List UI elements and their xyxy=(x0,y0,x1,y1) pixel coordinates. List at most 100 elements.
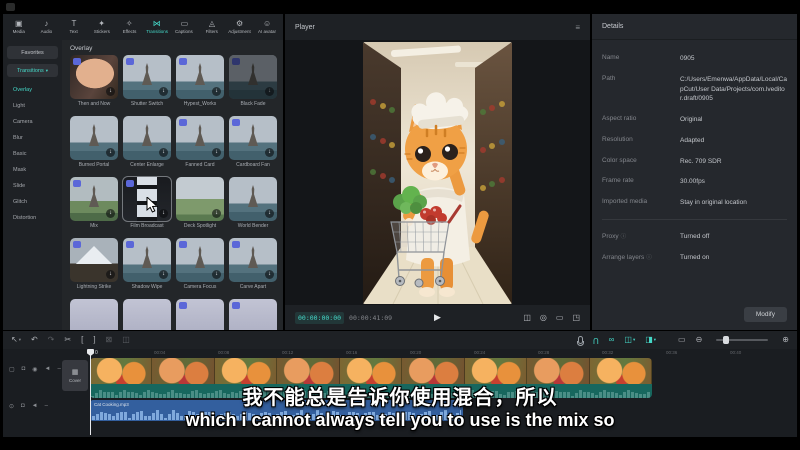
select-tool-button[interactable]: ↖▾ xyxy=(11,335,21,345)
sidebar-item-camera[interactable]: Camera xyxy=(7,114,58,130)
toolbar-tab-audio[interactable]: ♪Audio xyxy=(33,19,61,35)
transition-label: Shadow Wipe xyxy=(123,284,171,290)
player-header: Player ≡ xyxy=(285,14,590,40)
details-row-arrange-layers: Arrange layersⓘTurned on xyxy=(602,253,787,263)
undo-button[interactable]: ↶ xyxy=(31,335,38,345)
modify-button[interactable]: Modify xyxy=(744,307,787,322)
transition-card-hypest-works[interactable]: ↓Hypest_Works xyxy=(176,55,224,107)
transition-label: Hypest_Works xyxy=(176,101,224,107)
video-track-header: ▢ ◘ ◉ ◄– xyxy=(9,366,61,373)
redo-button[interactable]: ↷ xyxy=(48,335,55,345)
toolbar-tab-label: AI avatar xyxy=(258,29,276,34)
transition-card-cardboard-fan[interactable]: ↓Cardboard Fan xyxy=(229,116,277,168)
transition-card-center-enlarge[interactable]: ↓Center Enlarge xyxy=(123,116,171,168)
zoom-in-button[interactable]: ⊕ xyxy=(782,335,789,345)
toolbar-tab-text[interactable]: TText xyxy=(60,19,88,35)
toolbar-tab-filters[interactable]: ◬Filters xyxy=(198,19,226,35)
sidebar-item-distortion[interactable]: Distortion xyxy=(7,210,58,226)
transition-card-black-fade[interactable]: ↓Black Fade xyxy=(229,55,277,107)
details-label: Path xyxy=(602,75,680,104)
toolbar-tab-captions[interactable]: ▭Captions xyxy=(171,19,199,35)
zoom-out-button[interactable]: ⊖ xyxy=(696,335,703,345)
transition-card-fanned-card[interactable]: ↓ Fanned Card xyxy=(176,116,224,168)
transition-thumbnail: ↓ xyxy=(123,116,171,160)
lighthouse-shape xyxy=(89,185,99,207)
lock-track-icon[interactable]: ◘ xyxy=(22,366,26,373)
toolbar-tab-effects[interactable]: ✧Effects xyxy=(115,19,143,35)
trim-right-button[interactable]: ] xyxy=(93,335,95,345)
download-icon: ↓ xyxy=(159,270,168,279)
transitions-icon: ⋈ xyxy=(153,19,161,28)
transition-card-mix[interactable]: ↓Mix xyxy=(70,177,118,229)
sidebar-item-slide[interactable]: Slide xyxy=(7,178,58,194)
toolbar-tab-transitions[interactable]: ⋈Transitions xyxy=(143,19,171,35)
toolbar-tab-adjustment[interactable]: ⚙Adjustment xyxy=(226,19,254,35)
download-icon: ↓ xyxy=(159,148,168,157)
transition-card-deck-spotlight[interactable]: ↓Deck Spotlight xyxy=(176,177,224,229)
toolbar-tab-stickers[interactable]: ✦Stickers xyxy=(88,19,116,35)
sidebar-item-overlay[interactable]: Overlay xyxy=(7,82,58,98)
preview-axis-button[interactable]: ▭ xyxy=(678,335,686,345)
sidebar-item-glitch[interactable]: Glitch xyxy=(7,194,58,210)
sidebar-item-light[interactable]: Light xyxy=(7,98,58,114)
record-voiceover-button[interactable] xyxy=(578,336,583,344)
transition-card-carve-apart[interactable]: ↓Carve Apart xyxy=(229,238,277,290)
sidebar-item-basic[interactable]: Basic xyxy=(7,146,58,162)
timeline-zoom-slider[interactable] xyxy=(716,339,768,341)
details-rows: Name0905PathC:/Users/Emenwa/AppData/Loca… xyxy=(592,40,797,262)
sidebar-item-blur[interactable]: Blur xyxy=(7,130,58,146)
transition-card-world-bender[interactable]: ↓World Bender xyxy=(229,177,277,229)
delete-button[interactable]: ⊠ xyxy=(106,335,113,345)
mute-track-icon[interactable]: ◄ xyxy=(45,366,51,373)
transition-card-then-and-now[interactable]: ↓Then and Now xyxy=(70,55,118,107)
snap-toggle[interactable]: U xyxy=(593,335,599,345)
sidebar-button-transitions[interactable]: Transitions▾ xyxy=(7,64,58,77)
focus-icon[interactable]: ◎ xyxy=(540,313,547,322)
split-button[interactable]: ✂ xyxy=(64,335,71,345)
details-row-color-space: Color spaceRec. 709 SDR xyxy=(602,157,787,167)
video-watermark-icon xyxy=(6,3,15,11)
transition-thumbnail: ↓ xyxy=(176,238,224,282)
play-button[interactable]: ▶ xyxy=(434,312,441,323)
toolbar-tab-media[interactable]: ▣Media xyxy=(5,19,33,35)
transition-card-shutter-switch[interactable]: ↓Shutter Switch xyxy=(123,55,171,107)
link-toggle[interactable]: ∞ xyxy=(609,335,615,345)
subtitle-chinese: 我不能总是告诉你使用混合，所以 xyxy=(0,381,800,410)
toolbar-tab-ai-avatar[interactable]: ☺AI avatar xyxy=(253,19,281,35)
hide-track-icon[interactable]: ◉ xyxy=(32,366,37,373)
crop-button[interactable]: ◫ xyxy=(122,335,130,345)
transition-card-partial[interactable] xyxy=(123,299,171,330)
collapse-track-icon[interactable]: – xyxy=(58,366,61,373)
details-value: 0905 xyxy=(680,54,787,64)
vip-badge-icon xyxy=(179,119,187,126)
details-label: Imported media xyxy=(602,198,680,208)
download-icon: ↓ xyxy=(212,148,221,157)
track-options-icon[interactable]: ▢ xyxy=(9,366,15,373)
transition-card-camera-focus[interactable]: ↓ Camera Focus xyxy=(176,238,224,290)
transition-card-partial[interactable] xyxy=(229,299,277,330)
sidebar-button-favorites[interactable]: Favorites xyxy=(7,46,58,59)
ratio-icon[interactable]: ▭ xyxy=(556,313,564,322)
trim-left-button[interactable]: [ xyxy=(81,335,83,345)
transition-card-shadow-wipe[interactable]: ↓ Shadow Wipe xyxy=(123,238,171,290)
transition-card-partial[interactable] xyxy=(70,299,118,330)
player-menu-icon[interactable]: ≡ xyxy=(575,23,580,32)
fullscreen-icon[interactable]: ◳ xyxy=(572,313,580,322)
details-divider xyxy=(602,219,787,220)
transition-label: Camera Focus xyxy=(176,284,224,290)
vip-badge-icon xyxy=(73,58,81,65)
transition-label: Fanned Card xyxy=(176,162,224,168)
lighthouse-shape xyxy=(142,246,152,268)
player-title: Player xyxy=(295,24,315,31)
transition-card-burned-portal[interactable]: ↓Burned Portal xyxy=(70,116,118,168)
sidebar-item-mask[interactable]: Mask xyxy=(7,162,58,178)
transition-thumbnail: ↓ xyxy=(70,177,118,221)
slider-handle[interactable] xyxy=(723,336,729,344)
ai-avatar-icon: ☺ xyxy=(263,19,271,28)
preview-mode-toggle[interactable]: ◨▾ xyxy=(645,335,656,345)
split-preview-icon[interactable]: ◫ xyxy=(523,313,531,322)
auto-attach-toggle[interactable]: ◫▾ xyxy=(624,335,635,345)
transition-card-lightning-strike[interactable]: ↓Lightning Strike xyxy=(70,238,118,290)
transition-card-partial[interactable] xyxy=(176,299,224,330)
details-value: Original xyxy=(680,115,787,125)
